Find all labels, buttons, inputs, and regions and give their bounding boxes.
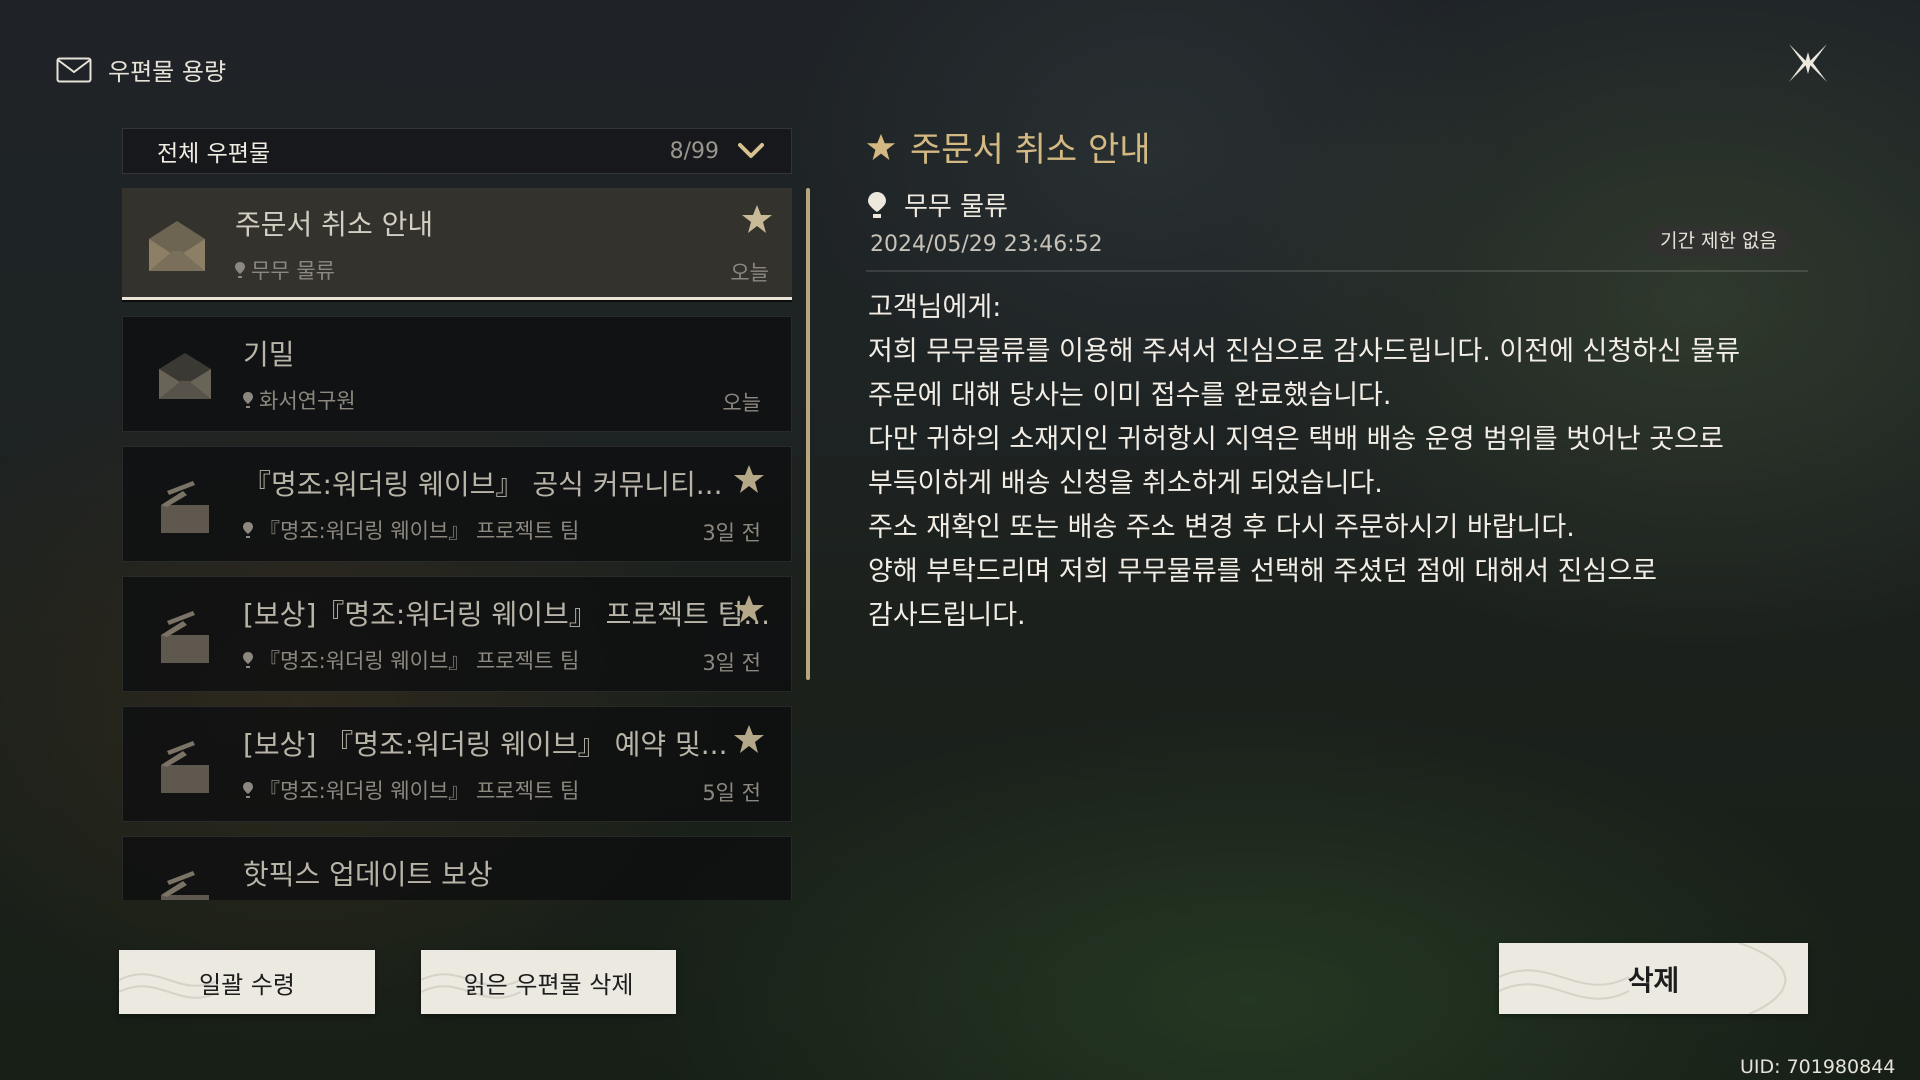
mail-detail-date: 2024/05/29 23:46:52 [870, 232, 1103, 257]
opened-parcel-icon [161, 741, 209, 793]
opened-parcel-icon [161, 871, 209, 900]
mail-time: 3일 전 [702, 651, 761, 675]
detail-divider [866, 270, 1808, 272]
mail-item[interactable]: [보상] 『명조:워더링 웨이브』 예약 및... 『명조:워더링 웨이브』 프… [122, 706, 792, 822]
mail-title: [보상] 『명조:워더링 웨이브』 예약 및... [243, 728, 728, 761]
body-line: 고객님에게: [868, 292, 1002, 323]
mail-detail-sender: 무무 물류 [868, 186, 1008, 223]
mail-item[interactable]: 『명조:워더링 웨이브』 공식 커뮤니티... 『명조:워더링 웨이브』 프로젝… [122, 446, 792, 562]
mail-sender: 『명조:워더링 웨이브』 프로젝트 팀 [243, 645, 579, 675]
mail-title: [보상]『명조:워더링 웨이브』 프로젝트 팀... [243, 598, 771, 631]
mail-time: 5일 전 [702, 781, 761, 805]
mail-sender: 『명조:워더링 웨이브』 프로젝트 팀 [243, 515, 579, 545]
mail-list-scrollbar[interactable] [806, 188, 810, 680]
delete-read-button[interactable]: 읽은 우편물 삭제 [421, 950, 676, 1014]
claim-all-button[interactable]: 일괄 수령 [119, 950, 375, 1014]
body-line: 주소 재확인 또는 배송 주소 변경 후 다시 주문하시기 바랍니다. [868, 512, 1575, 543]
body-line: 주문에 대해 당사는 이미 접수를 완료했습니다. [868, 380, 1392, 411]
mail-count: 8/99 [669, 138, 719, 164]
mail-sender: 『명조:워더링 웨이브』 프로젝트 팀 [243, 775, 579, 805]
envelope-icon [159, 353, 211, 399]
mail-outline-icon [56, 57, 92, 82]
mail-title: 핫픽스 업데이트 보상 [243, 858, 493, 891]
mail-item[interactable]: 핫픽스 업데이트 보상 [122, 836, 792, 900]
mail-sender: 무무 물류 [235, 255, 335, 285]
star-icon[interactable] [733, 463, 765, 495]
mail-list: 주문서 취소 안내 무무 물류 오늘 기밀 화서연구원 오늘 『명조:워더링 웨… [122, 188, 792, 900]
sender-pin-icon [243, 652, 253, 668]
close-x-icon[interactable] [1783, 38, 1833, 88]
mail-title: 주문서 취소 안내 [235, 208, 434, 241]
star-icon[interactable] [741, 203, 773, 235]
mail-item-selected[interactable]: 주문서 취소 안내 무무 물류 오늘 [122, 188, 792, 300]
body-line: 다만 귀하의 소재지인 귀허항시 지역은 택배 배송 운영 범위를 벗어난 곳으… [868, 424, 1724, 455]
body-line: 감사드립니다. [868, 600, 1026, 631]
star-icon[interactable] [733, 593, 765, 625]
mail-filter-dropdown[interactable]: 전체 우편물 8/99 [122, 128, 792, 174]
mailbox-capacity-title: 우편물 용량 [108, 58, 227, 86]
star-icon[interactable] [733, 723, 765, 755]
mail-title: 『명조:워더링 웨이브』 공식 커뮤니티... [243, 468, 723, 501]
sender-pin-icon [235, 262, 245, 278]
mail-title: 기밀 [243, 338, 295, 371]
envelope-icon [149, 221, 205, 271]
filter-label: 전체 우편물 [157, 141, 271, 167]
mail-detail-title: 주문서 취소 안내 [866, 122, 1151, 171]
chevron-down-icon [738, 143, 764, 158]
opened-parcel-icon [161, 481, 209, 533]
delete-button[interactable]: 삭제 [1499, 943, 1808, 1014]
sender-pin-icon [243, 782, 253, 798]
opened-parcel-icon [161, 611, 209, 663]
mail-time: 오늘 [722, 391, 761, 415]
expiry-badge: 기간 제한 없음 [1646, 226, 1791, 256]
mail-time: 오늘 [730, 261, 769, 285]
star-icon[interactable] [866, 132, 896, 162]
sender-pin-icon [243, 522, 253, 538]
body-line: 양해 부탁드리며 저희 무무물류를 선택해 주셨던 점에 대해서 진심으로 [868, 556, 1658, 587]
body-line: 저희 무무물류를 이용해 주셔서 진심으로 감사드립니다. 이전에 신청하신 물… [868, 336, 1741, 367]
mail-detail-body: 고객님에게: 저희 무무물류를 이용해 주셔서 진심으로 감사드립니다. 이전에… [868, 286, 1808, 638]
uid-label: UID: 701980844 [1740, 1056, 1896, 1078]
body-line: 부득이하게 배송 신청을 취소하게 되었습니다. [868, 468, 1383, 499]
sender-pin-icon [868, 191, 886, 218]
mail-item[interactable]: 기밀 화서연구원 오늘 [122, 316, 792, 432]
mail-item[interactable]: [보상]『명조:워더링 웨이브』 프로젝트 팀... 『명조:워더링 웨이브』 … [122, 576, 792, 692]
sender-pin-icon [243, 392, 253, 408]
mail-time: 3일 전 [702, 521, 761, 545]
mailbox-header: 우편물 용량 [56, 52, 226, 87]
mail-sender: 화서연구원 [243, 385, 356, 415]
